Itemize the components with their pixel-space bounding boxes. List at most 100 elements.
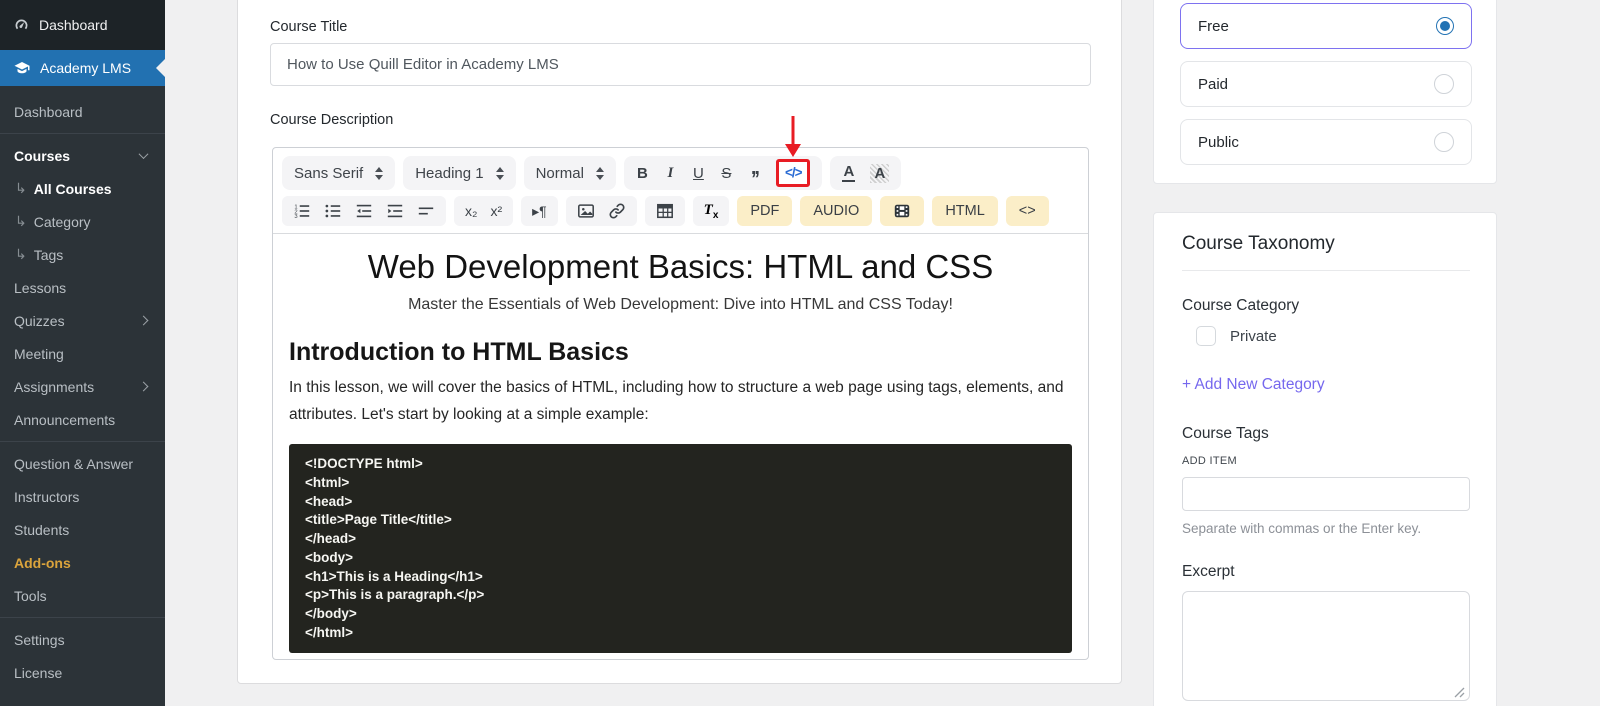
sub-arrow-icon: ↳ [15, 213, 27, 229]
link-button[interactable] [608, 202, 626, 220]
subscript-button[interactable]: x₂ [465, 203, 477, 219]
sidebar-item-category[interactable]: ↳ Category [0, 205, 165, 238]
indent-button[interactable] [386, 202, 404, 220]
chevron-right-icon [138, 381, 149, 392]
background-color-button[interactable]: A [870, 163, 890, 183]
editor-content[interactable]: Web Development Basics: HTML and CSS Mas… [273, 248, 1088, 654]
sidebar-item-quizzes[interactable]: Quizzes [0, 304, 165, 337]
checkbox-icon[interactable] [1196, 326, 1216, 346]
add-new-category-link[interactable]: + Add New Category [1182, 376, 1325, 394]
sidebar-separator [0, 441, 165, 442]
course-form-card: Course Title Course Description Sans Ser… [237, 0, 1122, 684]
excerpt-label: Excerpt [1182, 563, 1235, 580]
course-category-label: Course Category [1182, 297, 1300, 314]
sidebar-item-question-answer[interactable]: Question & Answer [0, 447, 165, 480]
sidebar-item-students[interactable]: Students [0, 513, 165, 546]
sidebar-item-meeting[interactable]: Meeting [0, 337, 165, 370]
code-block: <!DOCTYPE html> <html> <head> <title>Page T… [289, 444, 1072, 654]
film-icon [895, 204, 910, 218]
radio-selected-icon[interactable] [1436, 17, 1454, 35]
bullet-list-button[interactable] [324, 202, 342, 220]
shortcode-button[interactable]: <> [1005, 196, 1049, 226]
radio-icon[interactable] [1434, 74, 1454, 94]
italic-button[interactable]: I [664, 165, 677, 182]
option-public[interactable]: Public [1180, 119, 1472, 165]
bold-button[interactable]: B [636, 165, 649, 182]
table-button[interactable] [656, 202, 674, 220]
sidebar-item-academy-lms[interactable]: Academy LMS [0, 50, 165, 86]
graduation-cap-icon [14, 62, 30, 74]
chevron-right-icon [138, 315, 149, 326]
annotation-red-arrow [784, 116, 802, 160]
outdent-button[interactable] [355, 202, 373, 220]
quill-toolbar: Sans Serif Heading 1 Normal B I U S ,, <… [273, 116, 1088, 234]
course-title-label: Course Title [270, 19, 348, 35]
sort-arrows-icon [595, 166, 604, 180]
quill-editor: Sans Serif Heading 1 Normal B I U S ,, <… [272, 116, 1089, 660]
document-title: Web Development Basics: HTML and CSS [367, 248, 994, 285]
sidebar-item-courses[interactable]: Courses [0, 139, 165, 172]
text-direction-button[interactable]: ▸¶ [532, 203, 547, 220]
html-button[interactable]: HTML [932, 196, 998, 226]
sidebar-item-assignments[interactable]: Assignments [0, 370, 165, 403]
sidebar-item-announcements[interactable]: Announcements [0, 403, 165, 436]
image-button[interactable] [577, 202, 595, 220]
code-block-button[interactable]: </> [775, 116, 811, 187]
plugin-submenu: Dashboard Courses ↳ All Courses ↳ Category… [0, 86, 165, 689]
size-select[interactable]: Normal [523, 156, 616, 190]
option-paid[interactable]: Paid [1180, 61, 1472, 107]
sidebar-item-label: Dashboard [39, 17, 108, 33]
sidebar-item-settings[interactable]: Settings [0, 623, 165, 656]
clear-formatting-button[interactable]: Tx [704, 202, 719, 221]
sidebar-item-instructors[interactable]: Instructors [0, 480, 165, 513]
sidebar-item-dashboard-top[interactable]: Dashboard [0, 0, 165, 50]
text-color-button[interactable]: A [842, 164, 856, 182]
sub-arrow-icon: ↳ [15, 246, 27, 262]
course-type-panel: Free Paid Public [1153, 0, 1497, 184]
sidebar-item-tags[interactable]: ↳ Tags [0, 238, 165, 271]
admin-sidebar: Dashboard Academy LMS Dashboard Courses … [0, 0, 165, 706]
underline-button[interactable]: U [692, 165, 705, 182]
sidebar-item-dashboard[interactable]: Dashboard [0, 95, 165, 128]
document-subtitle: Master the Essentials of Web Development… [408, 296, 953, 313]
superscript-button[interactable]: x² [490, 203, 502, 219]
option-free[interactable]: Free [1180, 3, 1472, 49]
sidebar-separator [0, 617, 165, 618]
heading-select[interactable]: Heading 1 [403, 156, 516, 190]
align-button[interactable] [417, 202, 435, 220]
course-taxonomy-panel: Course Taxonomy Course Category Private … [1153, 212, 1497, 706]
divider [1182, 270, 1470, 271]
radio-icon[interactable] [1434, 132, 1454, 152]
course-title-input[interactable] [270, 43, 1091, 86]
sidebar-item-license[interactable]: License [0, 656, 165, 689]
chevron-down-icon [138, 149, 149, 160]
pdf-button[interactable]: PDF [737, 196, 793, 226]
sidebar-item-addons[interactable]: Add-ons [0, 546, 165, 579]
add-item-label: ADD ITEM [1182, 455, 1237, 467]
sort-arrows-icon [375, 166, 384, 180]
strikethrough-button[interactable]: S [720, 165, 733, 182]
tags-input[interactable] [1182, 477, 1470, 511]
excerpt-textarea[interactable] [1182, 591, 1470, 701]
course-description-label: Course Description [270, 112, 394, 128]
sidebar-item-lessons[interactable]: Lessons [0, 271, 165, 304]
audio-button[interactable]: AUDIO [800, 196, 873, 226]
ordered-list-button[interactable]: 123 [293, 202, 311, 220]
blockquote-button[interactable]: ,, [748, 157, 761, 180]
font-family-select[interactable]: Sans Serif [282, 156, 396, 190]
sidebar-item-label: Academy LMS [40, 60, 132, 76]
sidebar-item-tools[interactable]: Tools [0, 579, 165, 612]
section-paragraph: In this lesson, we will cover the basics… [289, 379, 1064, 423]
svg-text:3: 3 [294, 214, 297, 220]
sidebar-separator [0, 133, 165, 134]
sort-arrows-icon [495, 166, 504, 180]
course-tags-label: Course Tags [1182, 425, 1269, 442]
code-icon: </> [784, 165, 803, 180]
category-private-option[interactable]: Private [1196, 326, 1277, 346]
sub-arrow-icon: ↳ [15, 180, 27, 196]
sidebar-item-all-courses[interactable]: ↳ All Courses [0, 172, 165, 205]
gauge-icon [15, 19, 28, 29]
panel-title: Course Taxonomy [1182, 233, 1335, 254]
video-button[interactable] [880, 196, 925, 226]
section-heading: Introduction to HTML Basics [289, 338, 629, 366]
